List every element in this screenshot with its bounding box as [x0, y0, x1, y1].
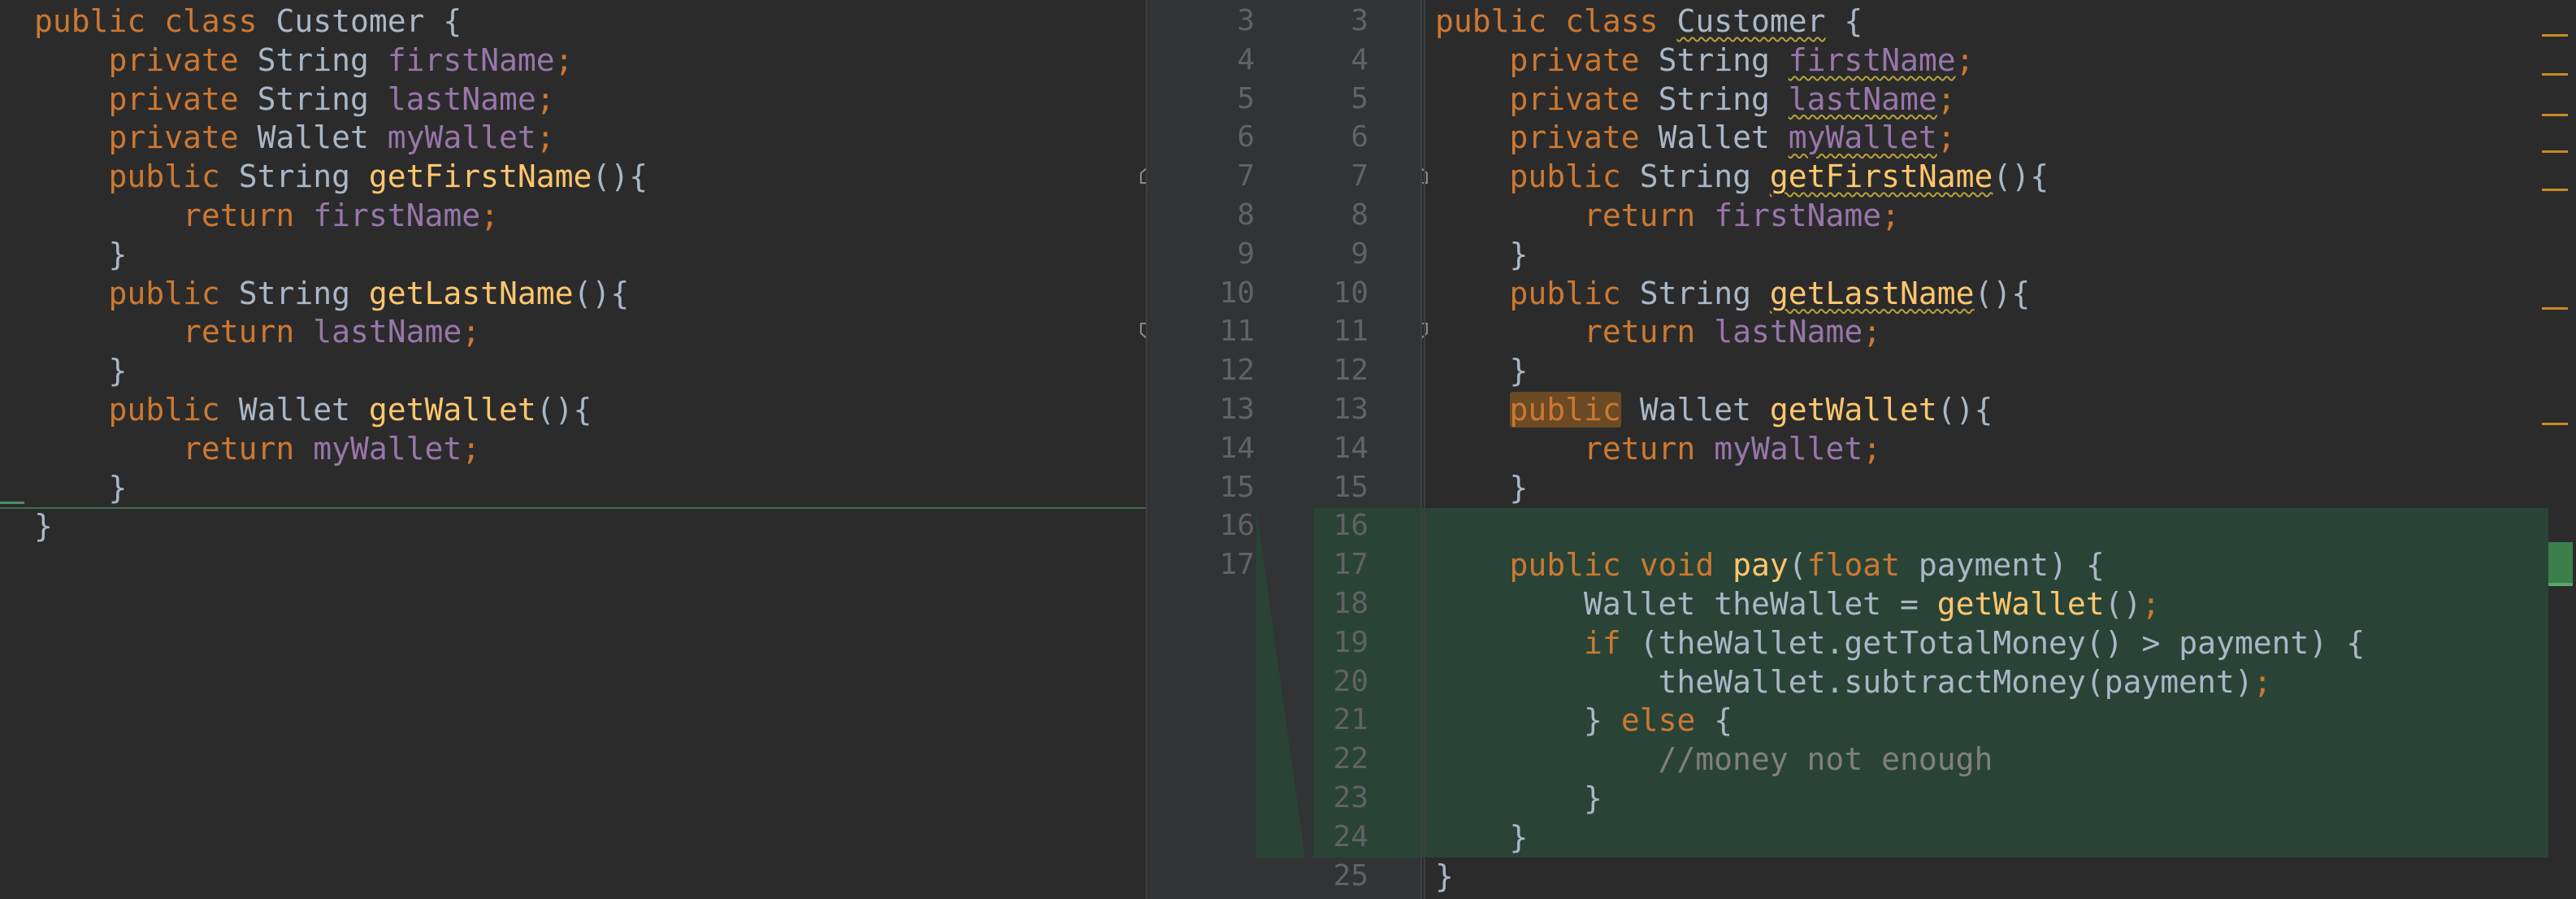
- right-line-number: 18: [1333, 587, 1368, 620]
- right-line-number: 23: [1333, 781, 1368, 814]
- left-line-number: 3: [1237, 4, 1255, 37]
- right-line-number: 10: [1333, 276, 1368, 310]
- right-line-number: 24: [1333, 819, 1368, 853]
- right-line-number: 3: [1351, 4, 1368, 37]
- right-line-number: 4: [1351, 42, 1368, 76]
- right-line-number: 19: [1333, 625, 1368, 659]
- right-code-line[interactable]: Wallet theWallet = getWallet();: [1435, 584, 2160, 623]
- left-code-line[interactable]: }: [34, 351, 128, 390]
- left-line-number: 12: [1219, 354, 1255, 388]
- left-line-number: 4: [1237, 42, 1255, 76]
- right-code-line[interactable]: public String getFirstName(){: [1435, 157, 2049, 196]
- right-line-number: 7: [1351, 159, 1368, 193]
- gutter-divider-left: [1146, 0, 1147, 899]
- left-line-number: 7: [1237, 159, 1255, 193]
- right-code-line[interactable]: return lastName;: [1435, 312, 1881, 351]
- left-line-number: 5: [1237, 81, 1255, 115]
- left-line-number: 10: [1219, 276, 1255, 310]
- right-line-number: 6: [1351, 120, 1368, 154]
- left-code-line[interactable]: private String lastName;: [34, 80, 555, 119]
- right-code-line[interactable]: private String firstName;: [1435, 41, 1975, 80]
- right-code-line[interactable]: } else {: [1435, 701, 1733, 740]
- right-code-line[interactable]: return myWallet;: [1435, 429, 1881, 468]
- left-code-line[interactable]: return lastName;: [34, 312, 480, 351]
- left-change-marker: [0, 502, 24, 504]
- left-code-line[interactable]: public class Customer {: [34, 2, 462, 41]
- right-code-line[interactable]: //money not enough: [1435, 740, 1993, 779]
- right-line-number: 16: [1333, 509, 1368, 543]
- left-line-number: 9: [1237, 237, 1255, 271]
- right-line-number: 14: [1333, 431, 1368, 465]
- right-code-line[interactable]: }: [1435, 468, 1529, 507]
- left-editor-pane[interactable]: public class Customer { private String f…: [0, 0, 1146, 899]
- left-code-line[interactable]: return firstName;: [34, 196, 499, 235]
- right-code-line[interactable]: public void pay(float payment) {: [1435, 545, 2105, 584]
- right-line-number: 17: [1333, 548, 1368, 582]
- right-line-number: 9: [1351, 237, 1368, 271]
- right-code-line[interactable]: public class Customer {: [1435, 2, 1863, 41]
- right-editor-pane[interactable]: public class Customer { private String f…: [1422, 0, 2576, 899]
- left-code-line[interactable]: public Wallet getWallet(){: [34, 390, 592, 429]
- left-line-number: 15: [1219, 470, 1255, 504]
- right-code-line[interactable]: public Wallet getWallet(){: [1435, 390, 1993, 429]
- left-line-number: 6: [1237, 120, 1255, 154]
- right-line-number: 22: [1333, 742, 1368, 776]
- left-line-number: 14: [1219, 431, 1255, 465]
- right-line-number: 12: [1333, 354, 1368, 388]
- right-code-line[interactable]: if (theWallet.getTotalMoney() > payment)…: [1435, 623, 2365, 662]
- left-code-line[interactable]: }: [34, 235, 128, 274]
- diff-gutter: 3 4 5 6 7 8 9 10 11 12 13 14 15 16 17 3 4 5 6 7 8 9 10 11 12 13 14…: [1146, 0, 1425, 899]
- right-code-line[interactable]: return firstName;: [1435, 196, 1900, 235]
- right-code-line[interactable]: }: [1435, 857, 1454, 896]
- left-code-line[interactable]: }: [34, 506, 53, 545]
- right-line-number: 13: [1333, 393, 1368, 426]
- right-line-number: 15: [1333, 470, 1368, 504]
- right-code-line[interactable]: }: [1435, 235, 1529, 274]
- right-code-line[interactable]: }: [1435, 351, 1529, 390]
- right-line-number: 8: [1351, 198, 1368, 232]
- left-code-line[interactable]: }: [34, 468, 128, 507]
- right-line-number: 20: [1333, 664, 1368, 698]
- left-line-number: 8: [1237, 198, 1255, 232]
- left-code-line[interactable]: private String firstName;: [34, 41, 574, 80]
- left-line-number: 16: [1219, 509, 1255, 543]
- left-line-number: 17: [1219, 548, 1255, 582]
- left-line-number: 13: [1219, 393, 1255, 426]
- left-code-line[interactable]: public String getFirstName(){: [34, 157, 648, 196]
- right-code-line[interactable]: public String getLastName(){: [1435, 274, 2031, 313]
- left-code-line[interactable]: return myWallet;: [34, 429, 480, 468]
- right-line-number: 5: [1351, 81, 1368, 115]
- right-code-line[interactable]: }: [1435, 818, 1529, 857]
- right-code-line[interactable]: private Wallet myWallet;: [1435, 118, 1956, 157]
- insertion-point-line: [0, 507, 1146, 509]
- right-line-number: 25: [1333, 858, 1368, 892]
- right-line-number: 21: [1333, 703, 1368, 737]
- right-line-number: 11: [1333, 315, 1368, 349]
- right-code-line[interactable]: private String lastName;: [1435, 80, 1956, 119]
- left-code-line[interactable]: private Wallet myWallet;: [34, 118, 555, 157]
- right-code-line[interactable]: theWallet.subtractMoney(payment);: [1435, 662, 2272, 701]
- gutter-divider-right: [1420, 0, 1422, 899]
- left-code-line[interactable]: public String getLastName(){: [34, 274, 630, 313]
- right-code-line[interactable]: }: [1435, 779, 1602, 818]
- left-line-number: 11: [1219, 315, 1255, 349]
